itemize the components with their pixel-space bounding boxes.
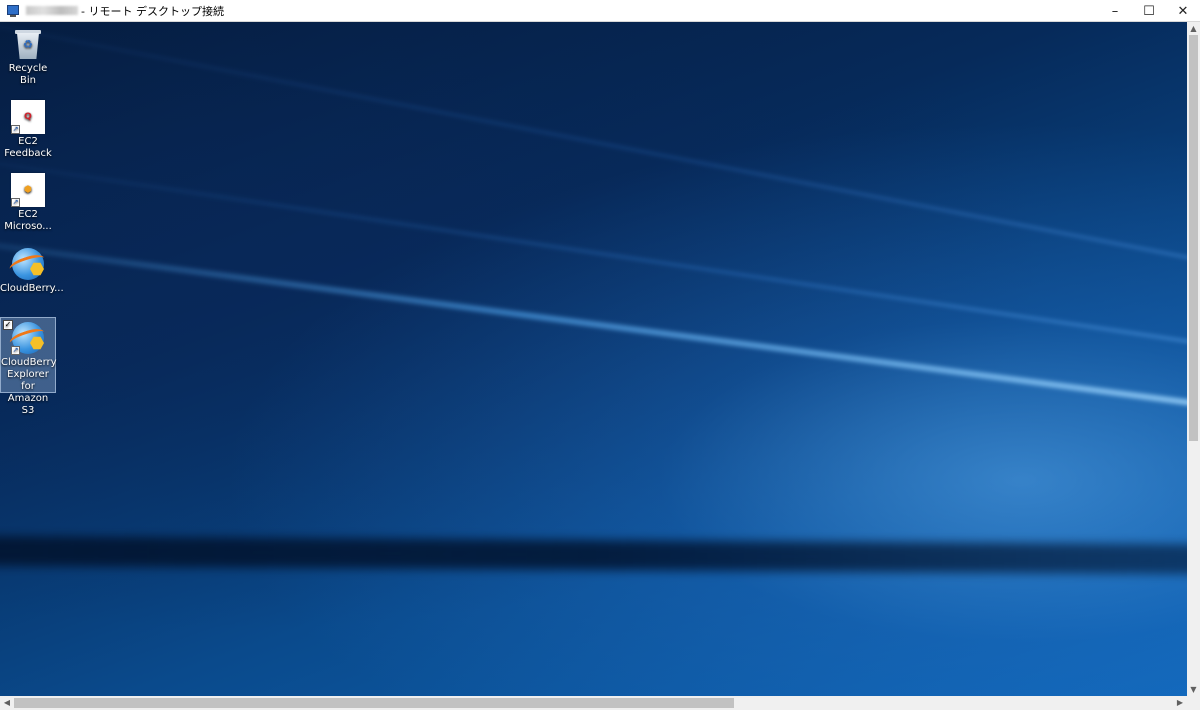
window-title: - リモート デスクトップ接続 — [26, 3, 224, 19]
cloudberry-icon — [7, 247, 47, 281]
wallpaper-band — [0, 535, 1187, 575]
ec2-microsoft-icon: ⬢ ↗ — [11, 173, 45, 207]
desktop-icon-label: EC2 Feedback — [4, 136, 52, 159]
scroll-left-arrow-icon[interactable]: ◀ — [0, 696, 14, 710]
desktop-icon-cloudberry[interactable]: CloudBerry... — [0, 244, 64, 300]
shortcut-arrow-icon: ↗ — [11, 198, 20, 207]
desktop-icon-label: CloudBerry... — [0, 283, 64, 294]
close-button[interactable]: ✕ — [1166, 0, 1200, 22]
desktop-icon-recycle-bin[interactable]: ♻ Recycle Bin — [0, 24, 56, 86]
selection-checkbox[interactable]: ✓ — [3, 320, 13, 330]
scroll-down-arrow-icon[interactable]: ▼ — [1187, 683, 1200, 696]
wallpaper-beam — [0, 22, 1187, 279]
shortcut-arrow-icon: ↗ — [11, 125, 20, 134]
scrollbar-corner — [1187, 696, 1200, 710]
ec2-microsoft-mark: ⬢ — [24, 185, 32, 195]
scroll-up-arrow-icon[interactable]: ▲ — [1187, 22, 1200, 35]
vertical-scrollbar[interactable]: ▲ ▼ — [1187, 22, 1200, 696]
desktop-icon-ec2-feedback[interactable]: Q ↗ EC2 Feedback — [0, 97, 56, 163]
window-title-text: - リモート デスクトップ接続 — [81, 4, 224, 18]
recycle-bin-icon: ♻ — [11, 27, 45, 61]
cloudberry-explorer-icon: ↗ — [7, 321, 47, 355]
horizontal-scrollbar[interactable]: ◀ ▶ — [0, 696, 1187, 710]
title-bar[interactable]: - リモート デスクトップ接続 – ☐ ✕ — [0, 0, 1200, 22]
desktop-icon-label: EC2 Microso... — [4, 209, 52, 232]
horizontal-scroll-thumb[interactable] — [14, 698, 734, 708]
desktop-icon-label: Recycle Bin — [8, 63, 48, 86]
scroll-right-arrow-icon[interactable]: ▶ — [1173, 696, 1187, 710]
remote-desktop-icon — [6, 4, 20, 18]
redacted-hostname — [26, 6, 78, 15]
maximize-button[interactable]: ☐ — [1132, 0, 1166, 22]
wallpaper-beam — [0, 141, 1187, 366]
ec2-feedback-mark: Q — [24, 112, 32, 122]
window-controls: – ☐ ✕ — [1098, 0, 1200, 22]
wallpaper-beam — [0, 224, 1187, 426]
desktop-icon-ec2-microsoft[interactable]: ⬢ ↗ EC2 Microso... — [0, 170, 56, 236]
ec2-feedback-icon: Q ↗ — [11, 100, 45, 134]
desktop-icon-label: CloudBerry Explorer for Amazon S3 — [1, 357, 57, 416]
vertical-scroll-thumb[interactable] — [1189, 35, 1198, 441]
remote-desktop[interactable]: ♻ Recycle Bin Q ↗ EC2 Feedback ⬢ ↗ EC2 M… — [0, 22, 1187, 696]
minimize-button[interactable]: – — [1098, 0, 1132, 22]
desktop-icon-cloudberry-explorer[interactable]: ↗ ✓ CloudBerry Explorer for Amazon S3 — [0, 317, 57, 416]
shortcut-arrow-icon: ↗ — [11, 346, 20, 355]
